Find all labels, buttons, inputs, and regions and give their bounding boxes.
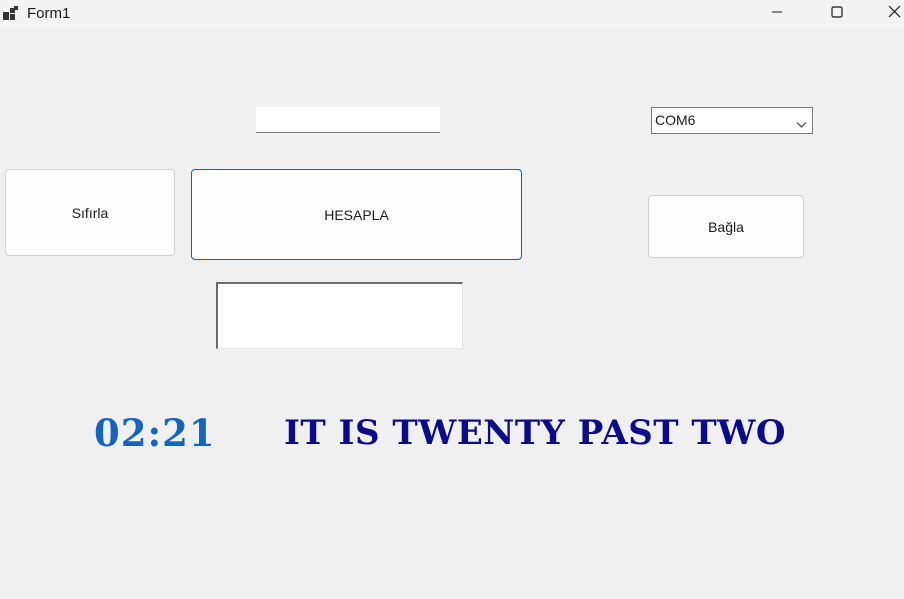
port-select-value: COM6: [655, 112, 696, 128]
maximize-button[interactable]: [815, 0, 859, 28]
reset-button[interactable]: Sıfırla: [5, 169, 175, 256]
time-label: 02:21: [94, 411, 216, 455]
calculate-button-label: HESAPLA: [324, 206, 389, 223]
maximize-icon: [831, 5, 843, 23]
calculate-button[interactable]: HESAPLA: [191, 169, 522, 260]
top-input-field[interactable]: [256, 107, 440, 133]
close-button[interactable]: [872, 0, 904, 28]
chevron-down-icon[interactable]: [796, 116, 807, 132]
form1-window: Form1 COM6 Sıfırla HESAPLA Bağla 02:21 I…: [0, 0, 904, 599]
connect-button-label: Bağla: [708, 218, 744, 235]
close-icon: [888, 5, 901, 23]
result-box[interactable]: [216, 282, 463, 349]
reset-button-label: Sıfırla: [71, 204, 109, 221]
form-client-area: COM6 Sıfırla HESAPLA Bağla 02:21 IT IS T…: [0, 28, 904, 599]
minimize-icon: [771, 5, 783, 23]
app-icon: [3, 6, 19, 20]
minimize-button[interactable]: [755, 0, 799, 28]
connect-button[interactable]: Bağla: [648, 195, 804, 258]
window-title: Form1: [27, 5, 71, 22]
port-select[interactable]: COM6: [651, 107, 813, 134]
title-bar[interactable]: Form1: [0, 0, 904, 28]
time-words-label: IT IS TWENTY PAST TWO: [284, 413, 786, 453]
